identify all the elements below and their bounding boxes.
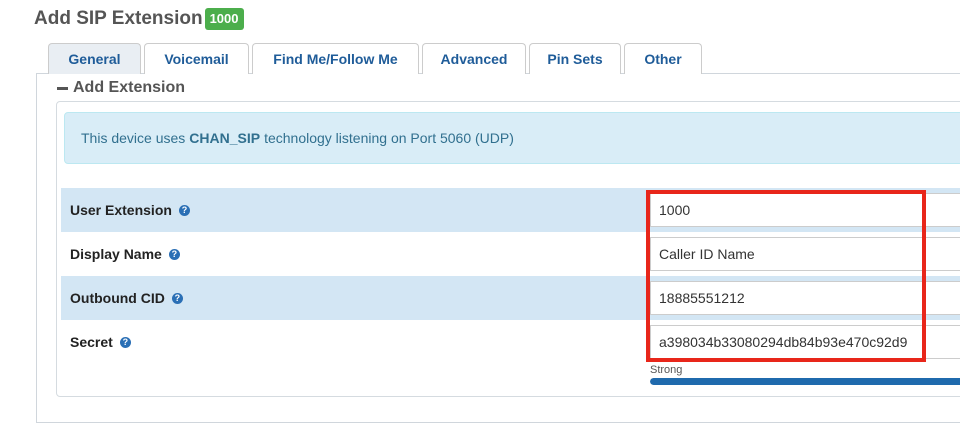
section-toggle[interactable]: Add Extension	[57, 79, 190, 97]
tab-general[interactable]: General	[48, 43, 141, 74]
page-title-text: Add SIP Extension	[34, 8, 203, 29]
info-alert: This device uses CHAN_SIP technology lis…	[64, 112, 960, 164]
outbound-cid-label: Outbound CID ?	[70, 276, 183, 320]
tab-find-me-follow-me[interactable]: Find Me/Follow Me	[252, 43, 419, 74]
page-title: Add SIP Extension 1000	[34, 8, 244, 30]
extension-badge: 1000	[204, 8, 244, 30]
minus-icon	[57, 86, 68, 90]
tab-bar: General Voicemail Find Me/Follow Me Adva…	[48, 43, 705, 74]
outbound-cid-label-text: Outbound CID	[70, 290, 165, 306]
secret-input[interactable]	[650, 325, 960, 359]
display-name-input[interactable]	[650, 237, 960, 271]
tab-voicemail[interactable]: Voicemail	[144, 43, 249, 74]
user-extension-label-text: User Extension	[70, 202, 172, 218]
info-prefix: This device uses	[81, 130, 186, 146]
section-title: Add Extension	[73, 79, 186, 96]
secret-label-text: Secret	[70, 334, 113, 350]
help-icon[interactable]: ?	[119, 336, 131, 348]
tab-other[interactable]: Other	[624, 43, 702, 74]
tab-advanced[interactable]: Advanced	[422, 43, 526, 74]
info-suffix: technology listening on Port 5060 (UDP)	[264, 130, 514, 146]
password-strength-label: Strong	[650, 364, 683, 376]
password-strength-meter	[650, 378, 960, 385]
help-icon[interactable]: ?	[178, 204, 190, 216]
help-icon[interactable]: ?	[171, 292, 183, 304]
secret-label: Secret ?	[70, 320, 131, 364]
user-extension-label: User Extension ?	[70, 188, 190, 232]
info-technology: CHAN_SIP	[189, 130, 261, 146]
password-strength-fill	[650, 378, 960, 385]
user-extension-input[interactable]	[650, 193, 960, 227]
display-name-label-text: Display Name	[70, 246, 162, 262]
outbound-cid-input[interactable]	[650, 281, 960, 315]
help-icon[interactable]: ?	[168, 248, 180, 260]
tab-pin-sets[interactable]: Pin Sets	[529, 43, 621, 74]
display-name-label: Display Name ?	[70, 232, 180, 276]
